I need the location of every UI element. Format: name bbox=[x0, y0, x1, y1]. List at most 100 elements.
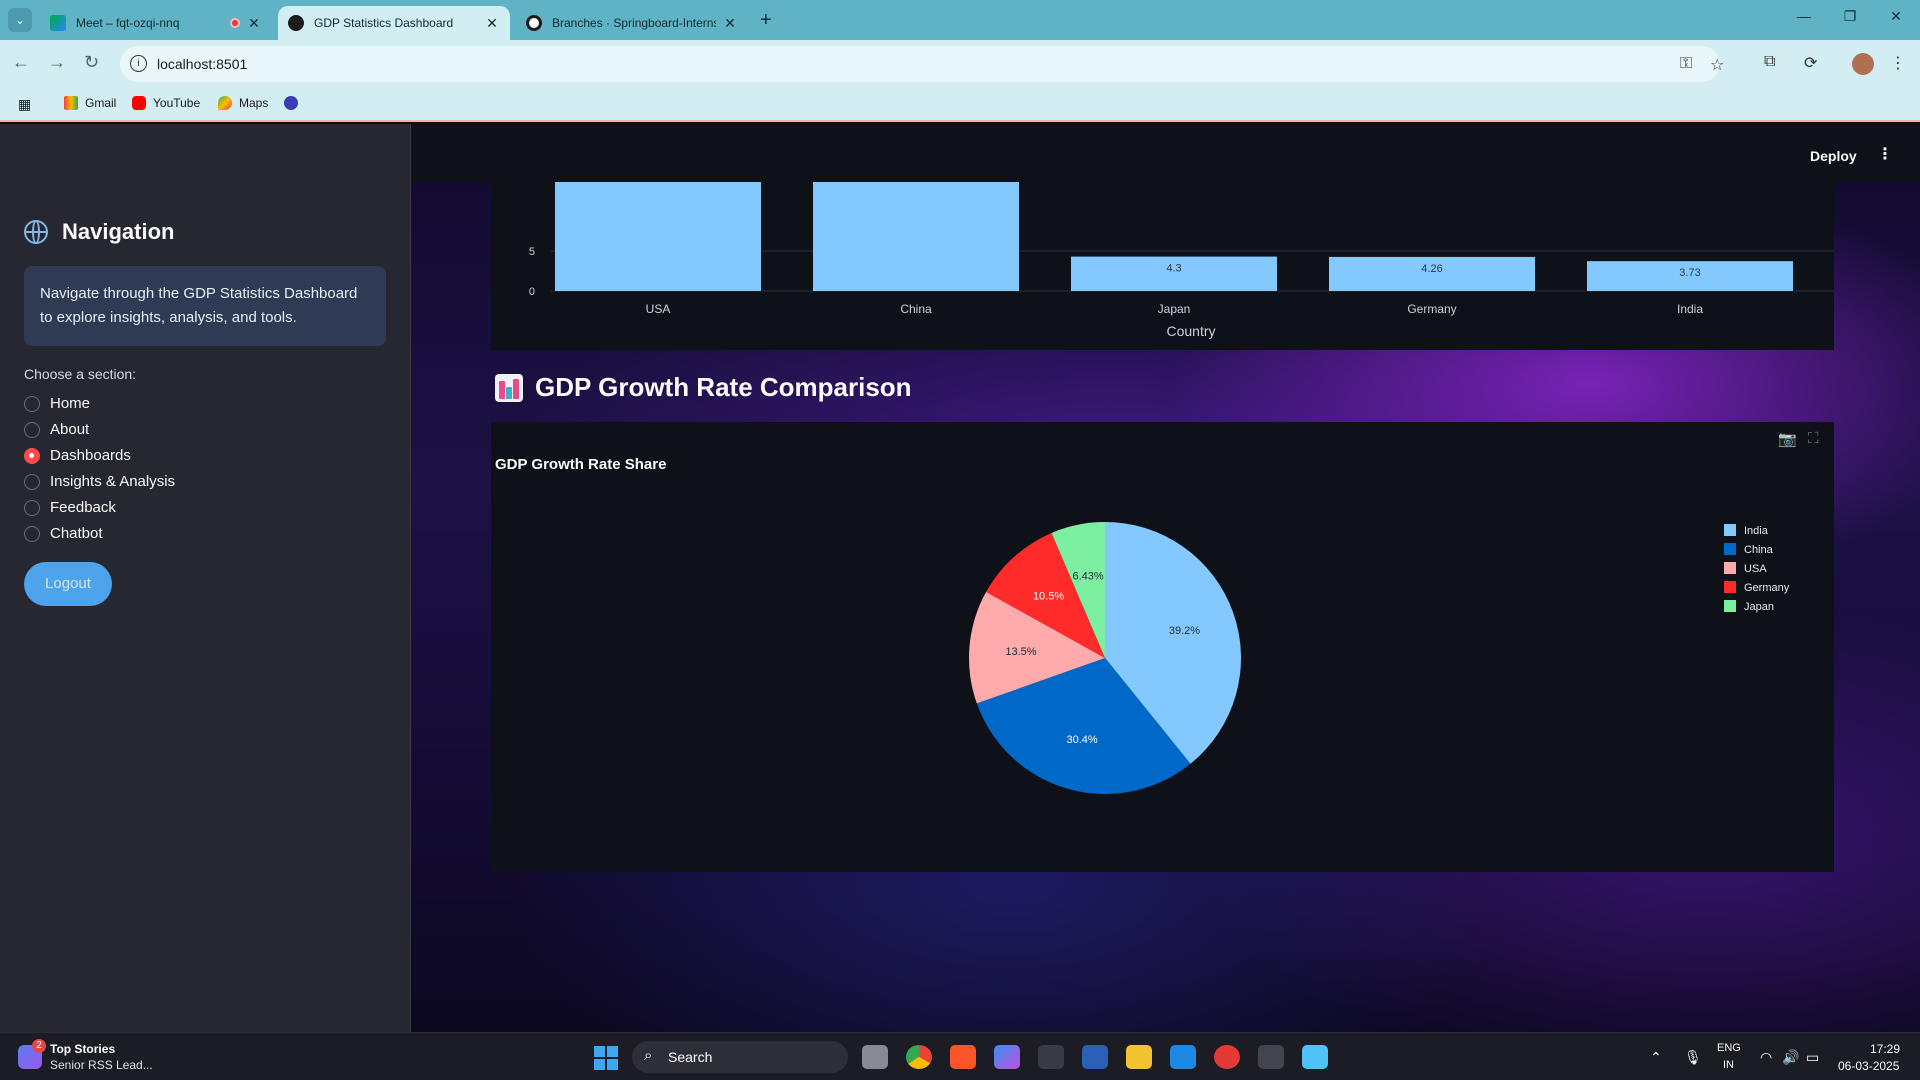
command-prompt-icon[interactable] bbox=[1038, 1045, 1064, 1069]
taskbar-search[interactable]: ⌕ Search bbox=[632, 1041, 848, 1073]
radio-dashboards[interactable]: Dashboards bbox=[24, 447, 131, 464]
section-radio-label: Choose a section: bbox=[24, 366, 137, 382]
sidebar-header: Navigation bbox=[24, 219, 174, 245]
wifi-icon[interactable]: ◠ bbox=[1760, 1049, 1772, 1066]
terminal-icon[interactable] bbox=[1258, 1045, 1284, 1069]
tab-gdp-dashboard[interactable]: GDP Statistics Dashboard ✕ bbox=[278, 6, 510, 40]
youtube-icon bbox=[132, 96, 146, 110]
close-tab-icon[interactable]: ✕ bbox=[484, 15, 500, 32]
bookmark-maps[interactable]: Maps bbox=[218, 96, 268, 110]
battery-icon[interactable]: ▭ bbox=[1806, 1049, 1819, 1066]
radio-dot[interactable] bbox=[24, 395, 40, 412]
tab-title: Meet – fqt-ozqi-nnq bbox=[76, 16, 180, 30]
powershell-icon[interactable] bbox=[1082, 1045, 1108, 1069]
radio-dot[interactable] bbox=[24, 473, 40, 490]
reload-icon[interactable]: ↻ bbox=[84, 52, 99, 73]
tab-search-button[interactable]: ⌄ bbox=[8, 8, 32, 32]
back-icon[interactable]: ← bbox=[12, 52, 30, 73]
clock-date[interactable]: 06-03-2025 bbox=[1838, 1059, 1899, 1073]
wps-office-icon[interactable] bbox=[1214, 1045, 1240, 1069]
new-tab-button[interactable]: + bbox=[760, 9, 772, 32]
radio-feedback[interactable]: Feedback bbox=[24, 499, 116, 516]
radio-label: Insights & Analysis bbox=[50, 473, 176, 490]
legend-swatch bbox=[1724, 524, 1736, 536]
tab-github-branches[interactable]: Branches · Springboard-Interns ✕ bbox=[516, 6, 748, 40]
region-indicator[interactable]: IN bbox=[1723, 1059, 1734, 1071]
bookmark-site-icon bbox=[284, 96, 298, 110]
forward-icon[interactable]: → bbox=[48, 52, 66, 73]
bar-data-label: 4.26 bbox=[1421, 263, 1442, 275]
radio-dot-selected[interactable] bbox=[24, 447, 40, 464]
app-menu-icon[interactable]: ⋮ bbox=[1877, 144, 1893, 164]
bar-data-label: 4.3 bbox=[1166, 263, 1181, 275]
show-hidden-icons[interactable]: ⌃ bbox=[1650, 1049, 1662, 1066]
legend-label: Japan bbox=[1744, 601, 1774, 613]
restore-button[interactable]: ❐ bbox=[1830, 8, 1870, 25]
radio-about[interactable]: About bbox=[24, 421, 89, 438]
news-title[interactable]: Top Stories bbox=[50, 1042, 115, 1056]
radio-dot[interactable] bbox=[24, 499, 40, 516]
chrome-icon[interactable] bbox=[906, 1045, 932, 1069]
copilot-icon[interactable] bbox=[994, 1045, 1020, 1069]
x-tick-label: USA bbox=[646, 302, 671, 316]
language-indicator[interactable]: ENG bbox=[1717, 1042, 1741, 1054]
browser-menu-icon[interactable]: ⋮ bbox=[1890, 53, 1906, 73]
recording-icon bbox=[230, 18, 240, 28]
sync-icon[interactable]: ⟳ bbox=[1804, 53, 1817, 73]
file-explorer-icon[interactable] bbox=[1126, 1045, 1152, 1069]
deploy-button[interactable]: Deploy bbox=[1810, 148, 1857, 164]
brave-icon[interactable] bbox=[950, 1045, 976, 1069]
pie-chart-panel: 📷 ⛶ GDP Growth Rate Share 39.2% 30.4% 13.5… bbox=[491, 422, 1834, 872]
radio-label: Feedback bbox=[50, 499, 116, 516]
logout-button[interactable]: Logout bbox=[24, 562, 112, 606]
bar-chart: 0 5 USA China 4.3 Japan 4.26 Germany 3.73 India Co… bbox=[529, 182, 1834, 339]
legend-swatch bbox=[1724, 543, 1736, 555]
bar-chart-icon bbox=[495, 373, 523, 402]
radio-home[interactable]: Home bbox=[24, 395, 90, 412]
radio-insights[interactable]: Insights & Analysis bbox=[24, 473, 175, 490]
maps-icon bbox=[218, 96, 232, 110]
news-subtitle[interactable]: Senior RSS Lead... bbox=[50, 1058, 153, 1072]
address-bar[interactable]: i localhost:8501 ⚿ ☆ bbox=[120, 46, 1724, 82]
pie-slice-label: 13.5% bbox=[1005, 646, 1036, 658]
legend-swatch bbox=[1724, 600, 1736, 612]
notepad-icon[interactable] bbox=[1302, 1045, 1328, 1069]
section-heading: GDP Growth Rate Comparison bbox=[495, 372, 912, 403]
x-tick-label: China bbox=[900, 302, 932, 316]
task-view-icon[interactable] bbox=[862, 1045, 888, 1069]
bookmark-star-icon[interactable]: ☆ bbox=[1710, 55, 1724, 75]
close-tab-icon[interactable]: ✕ bbox=[246, 15, 262, 32]
bookmark-label: Gmail bbox=[85, 96, 117, 110]
vscode-icon[interactable] bbox=[1170, 1045, 1196, 1069]
radio-chatbot[interactable]: Chatbot bbox=[24, 525, 103, 542]
tab-title: Branches · Springboard-Interns bbox=[552, 16, 716, 30]
sidebar: Navigation Navigate through the GDP Stat… bbox=[0, 124, 411, 1032]
sidebar-title: Navigation bbox=[62, 219, 175, 244]
profile-avatar[interactable] bbox=[1852, 53, 1874, 75]
extensions-icon[interactable]: ⧉ bbox=[1764, 53, 1775, 71]
close-tab-icon[interactable]: ✕ bbox=[722, 15, 738, 32]
password-key-icon[interactable]: ⚿ bbox=[1680, 55, 1692, 73]
radio-dot[interactable] bbox=[24, 525, 40, 542]
close-window-button[interactable]: ✕ bbox=[1876, 8, 1916, 25]
clock-time[interactable]: 17:29 bbox=[1870, 1042, 1900, 1056]
bookmark-youtube[interactable]: YouTube bbox=[132, 96, 200, 110]
pie-slice-label: 30.4% bbox=[1066, 734, 1097, 746]
tab-meet[interactable]: Meet – fqt-ozqi-nnq ✕ bbox=[40, 6, 272, 40]
github-icon bbox=[526, 15, 542, 31]
bookmark-label: YouTube bbox=[153, 96, 201, 110]
x-tick-label: India bbox=[1677, 302, 1703, 316]
bookmark-extra[interactable] bbox=[284, 96, 305, 110]
minimize-button[interactable]: — bbox=[1784, 8, 1824, 24]
y-tick-label: 0 bbox=[529, 286, 535, 298]
volume-icon[interactable]: 🔊 bbox=[1782, 1049, 1799, 1066]
windows-taskbar: 2 Top Stories Senior RSS Lead... ⌕ Searc… bbox=[0, 1032, 1920, 1080]
main-content: Deploy ⋮ 0 5 USA China 4.3 Japan 4.26 Germany 3.… bbox=[411, 124, 1920, 1032]
bookmarks-bar: ▦ Gmail YouTube Maps bbox=[0, 88, 1920, 122]
radio-dot[interactable] bbox=[24, 421, 40, 438]
site-info-icon[interactable]: i bbox=[130, 55, 147, 72]
apps-grid-icon[interactable]: ▦ bbox=[18, 96, 31, 113]
microphone-icon[interactable]: 🎙 bbox=[1684, 1049, 1702, 1066]
bookmark-gmail[interactable]: Gmail bbox=[64, 96, 116, 110]
windows-start-icon[interactable] bbox=[594, 1046, 618, 1070]
